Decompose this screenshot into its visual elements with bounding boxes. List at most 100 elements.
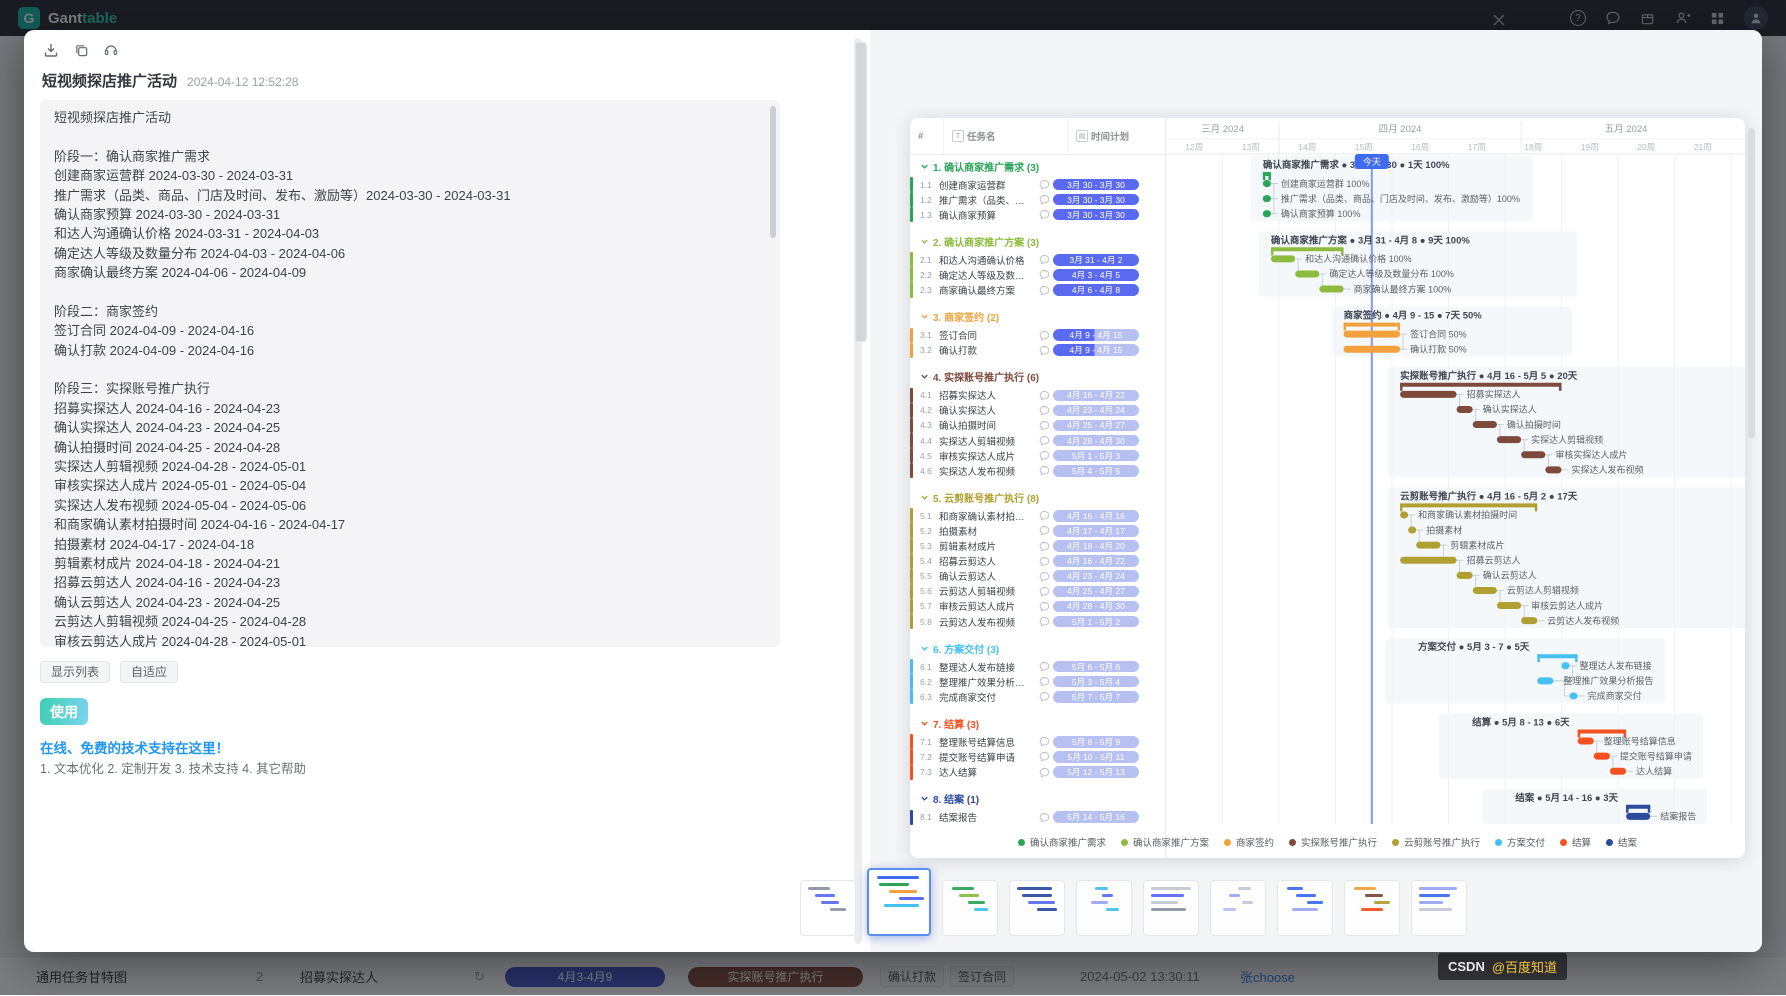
- group-header-row[interactable]: 1. 确认商家推广需求 (3): [910, 155, 1165, 177]
- group-header-row[interactable]: 4. 实探账号推广执行 (6): [910, 366, 1165, 388]
- comment-icon[interactable]: [1035, 269, 1053, 280]
- preview-thumbnail-2[interactable]: [867, 868, 931, 936]
- task-row[interactable]: 2.1和达人沟通确认价格3月 31 - 4月 2: [910, 252, 1165, 267]
- task-bar-label: 审核云剪达人成片: [1531, 600, 1603, 611]
- task-row[interactable]: 5.3剪辑素材成片4月 18 - 4月 20: [910, 539, 1165, 554]
- comment-icon[interactable]: [1035, 767, 1053, 778]
- gantt-preview-card[interactable]: # T任务名 ▤时间计划 1. 确认商家推广需求 (3)1.1创建商家运营群3月…: [910, 118, 1745, 858]
- comment-icon[interactable]: [1035, 179, 1053, 190]
- task-row[interactable]: 5.4招募云剪达人4月 16 - 4月 22: [910, 554, 1165, 569]
- task-row[interactable]: 2.3商家确认最终方案4月 6 - 4月 8: [910, 282, 1165, 297]
- comment-icon[interactable]: [1035, 450, 1053, 461]
- task-row[interactable]: 2.2确定达人等级及数量分布4月 3 - 4月 5: [910, 267, 1165, 282]
- comment-icon[interactable]: [1035, 571, 1053, 582]
- task-row[interactable]: 5.2拍摄素材4月 17 - 4月 17: [910, 523, 1165, 538]
- task-row[interactable]: 6.3完成商家交付5月 7 - 5月 7: [910, 689, 1165, 704]
- task-row[interactable]: 4.2确认实探达人4月 23 - 4月 24: [910, 403, 1165, 418]
- task-row[interactable]: 7.2提交账号结算申请5月 10 - 5月 11: [910, 749, 1165, 764]
- task-row[interactable]: 6.1整理达人发布链接5月 6 - 5月 6: [910, 659, 1165, 674]
- comment-icon[interactable]: [1035, 465, 1053, 476]
- task-row[interactable]: 5.8云剪达人发布视频5月 1 - 5月 2: [910, 614, 1165, 629]
- comment-icon[interactable]: [1035, 510, 1053, 521]
- support-link[interactable]: 在线、免费的技术支持在这里！: [40, 737, 229, 757]
- preview-thumbnail-4[interactable]: [1009, 880, 1065, 936]
- comment-icon[interactable]: [1035, 405, 1053, 416]
- group-header-row[interactable]: 6. 方案交付 (3): [910, 637, 1165, 659]
- task-row[interactable]: 4.6实探达人发布视频5月 4 - 5月 5: [910, 463, 1165, 478]
- download-icon[interactable]: [42, 41, 60, 59]
- preview-thumbnail-6[interactable]: [1143, 880, 1199, 936]
- doc-line: 阶段一：确认商家推广需求: [54, 147, 766, 166]
- copy-icon[interactable]: [72, 41, 90, 59]
- comment-icon[interactable]: [1035, 435, 1053, 446]
- use-button[interactable]: 使用: [40, 698, 88, 725]
- auto-fit-button[interactable]: 自适应: [120, 661, 178, 683]
- comment-icon[interactable]: [1035, 194, 1053, 205]
- preview-thumbnail-9[interactable]: [1344, 880, 1400, 936]
- legend-label: 实探账号推广执行: [1301, 835, 1377, 849]
- comment-icon[interactable]: [1035, 586, 1053, 597]
- pane-scrollbar[interactable]: [854, 38, 862, 944]
- comment-icon[interactable]: [1035, 676, 1053, 687]
- task-row[interactable]: 3.2确认打款4月 9 - 4月 15: [910, 343, 1165, 358]
- preview-scrollbar[interactable]: [1748, 128, 1755, 438]
- task-row[interactable]: 1.2推广需求（品类、商品、门店及时间、发布、激励等）3月 30 - 3月 30: [910, 192, 1165, 207]
- comment-icon[interactable]: [1035, 525, 1053, 536]
- task-row[interactable]: 7.1整理账号结算信息5月 8 - 5月 9: [910, 734, 1165, 749]
- task-row[interactable]: 1.1创建商家运营群3月 30 - 3月 30: [910, 177, 1165, 192]
- comment-icon[interactable]: [1035, 209, 1053, 220]
- task-row[interactable]: 4.5审核实探达人成片5月 1 - 5月 3: [910, 448, 1165, 463]
- legend-item: 确认商家推广需求: [1018, 835, 1106, 849]
- comment-icon[interactable]: [1035, 541, 1053, 552]
- task-name: 结案报告: [939, 810, 1035, 824]
- comment-icon[interactable]: [1035, 661, 1053, 672]
- task-row[interactable]: 5.1和商家确认素材拍摄时间4月 16 - 4月 16: [910, 508, 1165, 523]
- task-row[interactable]: 5.5确认云剪达人4月 23 - 4月 24: [910, 569, 1165, 584]
- comment-icon[interactable]: [1035, 556, 1053, 567]
- task-name: 确认云剪达人: [939, 569, 1035, 583]
- comment-icon[interactable]: [1035, 330, 1053, 341]
- preview-thumbnail-7[interactable]: [1210, 880, 1266, 936]
- preview-thumbnail-3[interactable]: [942, 880, 998, 936]
- task-row[interactable]: 7.3达人结算5月 12 - 5月 13: [910, 765, 1165, 780]
- preview-thumbnail-1[interactable]: [800, 880, 856, 936]
- task-row[interactable]: 5.6云剪达人剪辑视频4月 25 - 4月 27: [910, 584, 1165, 599]
- group-header-row[interactable]: 7. 结算 (3): [910, 712, 1165, 734]
- chevron-down-icon: [920, 794, 929, 803]
- task-bar-label: 实探达人发布视频: [1571, 464, 1643, 475]
- task-row[interactable]: 4.4实探达人剪辑视频4月 28 - 4月 30: [910, 433, 1165, 448]
- task-row[interactable]: 1.3确认商家预算3月 30 - 3月 30: [910, 207, 1165, 222]
- comment-icon[interactable]: [1035, 254, 1053, 265]
- preview-thumbnail-10[interactable]: [1411, 880, 1467, 936]
- group-header-row[interactable]: 3. 商家签约 (2): [910, 306, 1165, 328]
- group-header-row[interactable]: 2. 确认商家推广方案 (3): [910, 230, 1165, 252]
- comment-icon[interactable]: [1035, 601, 1053, 612]
- task-row[interactable]: 3.1签订合同4月 9 - 4月 15: [910, 328, 1165, 343]
- doc-scrollbar[interactable]: [770, 106, 776, 238]
- task-row[interactable]: 8.1结案报告5月 14 - 5月 16: [910, 810, 1165, 825]
- task-bar: [1594, 753, 1610, 760]
- task-name: 提交账号结算申请: [939, 750, 1035, 764]
- group-header-row[interactable]: 5. 云剪账号推广执行 (8): [910, 486, 1165, 508]
- comment-icon[interactable]: [1035, 751, 1053, 762]
- task-row[interactable]: 6.2整理推广效果分析报告5月 3 - 5月 4: [910, 674, 1165, 689]
- close-icon[interactable]: ✕: [1484, 6, 1514, 36]
- comment-icon[interactable]: [1035, 812, 1053, 823]
- headset-icon[interactable]: [102, 41, 120, 59]
- preview-thumbnail-5[interactable]: [1076, 880, 1132, 936]
- comment-icon[interactable]: [1035, 616, 1053, 627]
- task-row[interactable]: 5.7审核云剪达人成片4月 28 - 4月 30: [910, 599, 1165, 614]
- task-row[interactable]: 4.3确认拍摄时间4月 25 - 4月 27: [910, 418, 1165, 433]
- group-header-row[interactable]: 8. 结案 (1): [910, 788, 1165, 810]
- comment-icon[interactable]: [1035, 420, 1053, 431]
- comment-icon[interactable]: [1035, 390, 1053, 401]
- chevron-down-icon: [920, 237, 929, 246]
- task-row[interactable]: 4.1招募实探达人4月 16 - 4月 22: [910, 388, 1165, 403]
- task-name: 完成商家交付: [939, 690, 1035, 704]
- comment-icon[interactable]: [1035, 736, 1053, 747]
- comment-icon[interactable]: [1035, 345, 1053, 356]
- preview-thumbnail-8[interactable]: [1277, 880, 1333, 936]
- comment-icon[interactable]: [1035, 285, 1053, 296]
- show-list-button[interactable]: 显示列表: [40, 661, 110, 683]
- comment-icon[interactable]: [1035, 691, 1053, 702]
